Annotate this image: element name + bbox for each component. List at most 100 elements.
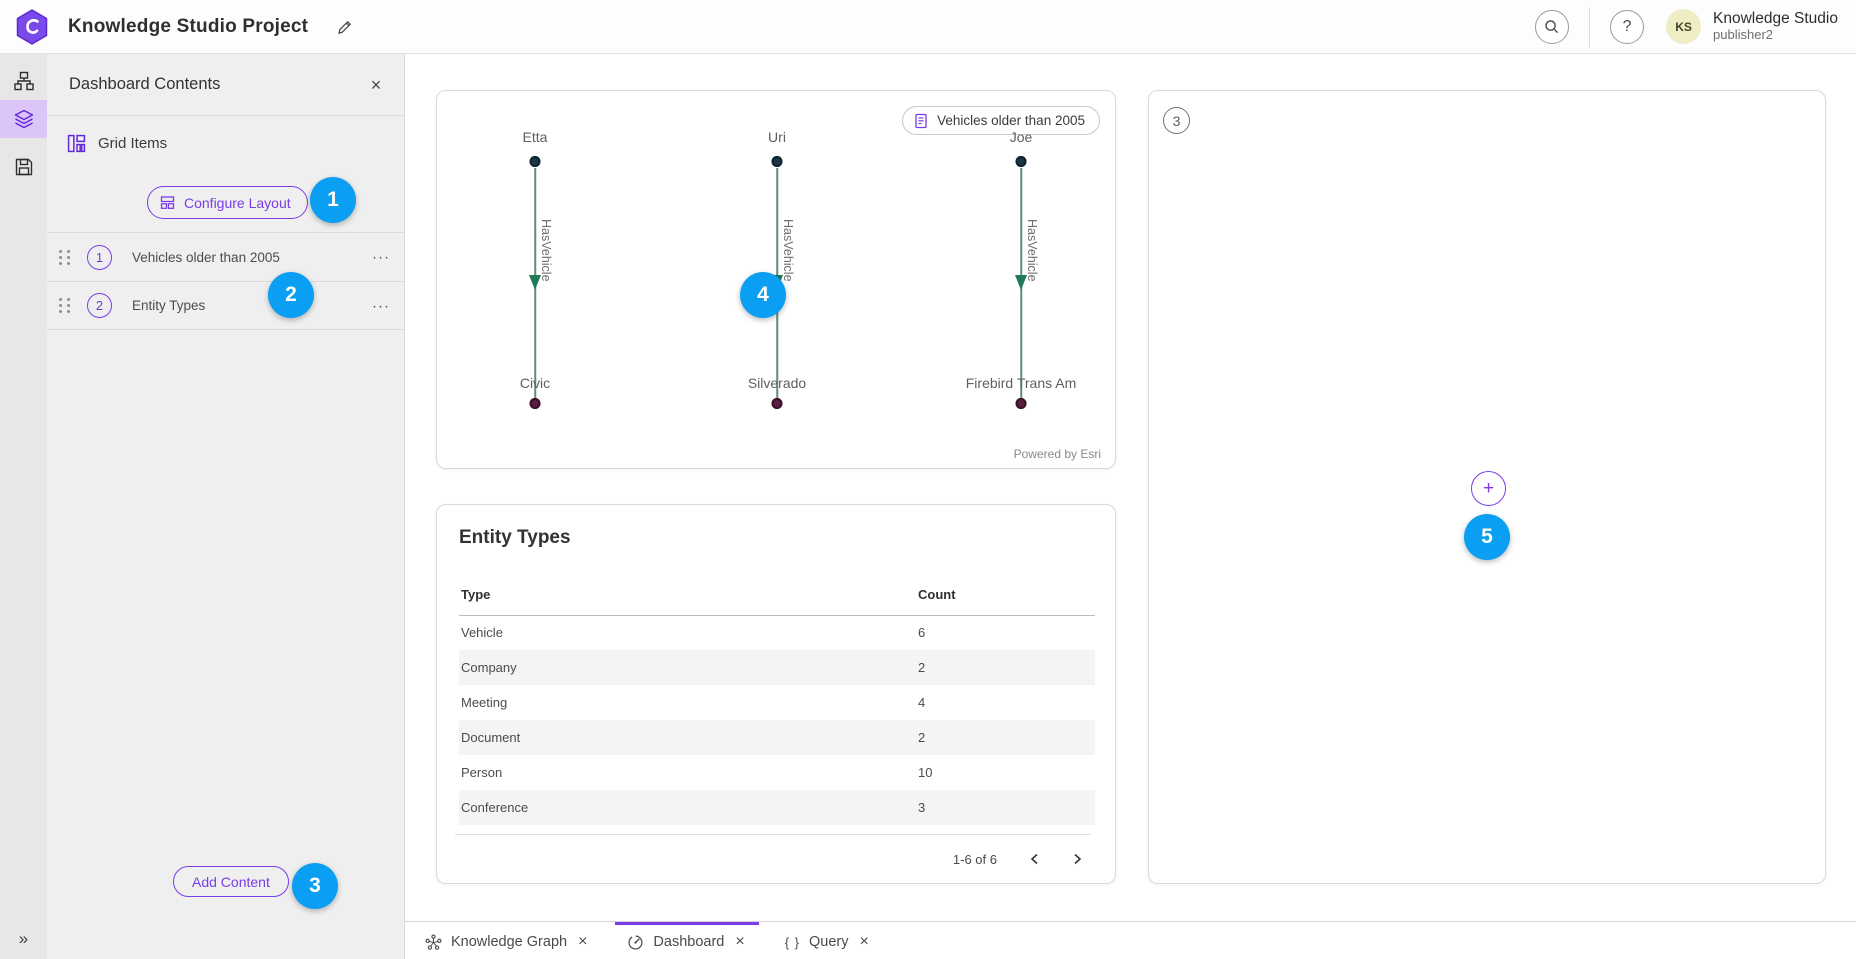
slot-number: 3	[1173, 113, 1181, 129]
table-header-row: Type Count	[459, 575, 1095, 615]
graph-node-label: Joe	[1010, 129, 1033, 145]
entity-types-card: Entity Types Type Count Vehicle 6 Compan…	[436, 504, 1116, 884]
tab-label: Query	[809, 934, 849, 950]
annotation-number: 2	[285, 283, 297, 307]
table-row: Company 2	[459, 650, 1095, 685]
close-tab-button[interactable]: ×	[858, 933, 871, 951]
card-title: Entity Types	[459, 527, 571, 549]
cell-type: Person	[459, 755, 918, 790]
item-overflow-menu-button[interactable]: ···	[372, 297, 390, 314]
table-row: Document 2	[459, 720, 1095, 755]
graph-edge-label: HasVehicle	[539, 219, 553, 349]
cell-type: Meeting	[459, 685, 918, 720]
annotation-number: 1	[327, 188, 339, 212]
layers-rail-button[interactable]	[0, 100, 47, 138]
chevron-right-icon	[1070, 852, 1084, 866]
layout-grid-icon	[160, 195, 175, 210]
entity-types-table: Type Count Vehicle 6 Company 2 Meeting 4	[459, 575, 1095, 825]
add-item-button[interactable]: +	[1471, 471, 1506, 506]
knowledge-graph-icon	[425, 934, 442, 951]
annotation-number: 5	[1481, 525, 1493, 549]
page-range-label: 1-6 of 6	[953, 852, 997, 867]
configure-layout-button[interactable]: Configure Layout	[147, 186, 308, 219]
ellipsis-icon: ···	[372, 249, 390, 266]
table-row: Person 10	[459, 755, 1095, 790]
graph-node-label: Etta	[523, 129, 548, 145]
avatar-initials: KS	[1675, 20, 1692, 34]
close-tab-button[interactable]: ×	[733, 933, 746, 951]
edit-title-button[interactable]	[330, 12, 360, 42]
search-button[interactable]	[1535, 10, 1569, 44]
panel-header: Dashboard Contents ×	[47, 54, 404, 116]
expand-rail-button[interactable]: »	[0, 929, 47, 949]
graph-node-label: Firebird Trans Am	[966, 375, 1076, 391]
graph-node[interactable]	[772, 398, 783, 409]
close-icon: ×	[735, 933, 744, 950]
graph-edge-label: HasVehicle	[1025, 219, 1039, 349]
app-window: Knowledge Studio Project ? KS	[0, 0, 1856, 959]
chip-label: Vehicles older than 2005	[937, 113, 1085, 128]
graph-node[interactable]	[772, 156, 783, 167]
chevron-left-icon	[1028, 852, 1042, 866]
item-label: Vehicles older than 2005	[132, 250, 280, 265]
annotation-number: 3	[309, 874, 321, 898]
user-avatar[interactable]: KS	[1666, 9, 1701, 44]
previous-page-button[interactable]	[1021, 845, 1049, 873]
cell-type: Document	[459, 720, 918, 755]
graph-node[interactable]	[1016, 156, 1027, 167]
cell-count: 4	[918, 685, 1095, 720]
graph-node-label: Civic	[520, 375, 550, 391]
tab-knowledge-graph[interactable]: Knowledge Graph ×	[413, 922, 601, 959]
list-item-entity-types[interactable]: 2 Entity Types ···	[47, 281, 404, 330]
item-number-badge: 1	[87, 245, 112, 270]
column-header-count: Count	[918, 575, 1095, 615]
cell-count: 3	[918, 790, 1095, 825]
table-row: Meeting 4	[459, 685, 1095, 720]
data-model-rail-button[interactable]	[0, 62, 47, 100]
add-content-button[interactable]: Add Content	[173, 866, 289, 897]
close-icon: ×	[578, 933, 587, 950]
search-icon	[1543, 18, 1561, 36]
configure-layout-label: Configure Layout	[184, 195, 291, 211]
knowledge-studio-logo-icon	[14, 9, 50, 45]
close-icon: ×	[371, 75, 382, 95]
drag-handle-icon[interactable]	[57, 250, 73, 265]
close-tab-button[interactable]: ×	[576, 933, 589, 951]
drag-handle-icon[interactable]	[57, 298, 73, 313]
item-number-badge: 2	[87, 293, 112, 318]
tab-query[interactable]: { } Query ×	[773, 922, 883, 959]
report-icon	[913, 113, 929, 129]
cell-count: 10	[918, 755, 1095, 790]
add-content-label: Add Content	[192, 874, 270, 890]
curly-braces-icon: { }	[785, 935, 800, 950]
layers-icon	[14, 109, 34, 129]
graph-node[interactable]	[530, 156, 541, 167]
icon-rail: »	[0, 54, 47, 959]
graph-node[interactable]	[1016, 398, 1027, 409]
slot-number-badge: 3	[1163, 107, 1190, 134]
next-page-button[interactable]	[1063, 845, 1091, 873]
item-label: Entity Types	[132, 298, 205, 313]
help-button[interactable]: ?	[1610, 10, 1644, 44]
dashboard-gauge-icon	[627, 934, 644, 951]
grid-layout-icon	[67, 134, 86, 153]
save-rail-button[interactable]	[0, 148, 47, 186]
user-info: Knowledge Studio publisher2	[1713, 10, 1838, 43]
list-item-vehicles-older-than-2005[interactable]: 1 Vehicles older than 2005 ···	[47, 232, 404, 281]
empty-grid-slot-card: 3 +	[1148, 90, 1826, 884]
grid-items-section-header: Grid Items	[47, 116, 404, 153]
annotation-badge-2: 2	[268, 272, 314, 318]
panel-close-button[interactable]: ×	[362, 71, 390, 99]
graph-node[interactable]	[530, 398, 541, 409]
item-number: 1	[96, 250, 103, 265]
graph-node-label: Silverado	[748, 375, 806, 391]
ellipsis-icon: ···	[372, 297, 390, 314]
save-icon	[14, 157, 34, 177]
annotation-badge-1: 1	[310, 177, 356, 223]
vehicles-filter-chip[interactable]: Vehicles older than 2005	[902, 106, 1100, 135]
tab-dashboard[interactable]: Dashboard ×	[615, 922, 758, 959]
table-row: Vehicle 6	[459, 615, 1095, 650]
graph-node-label: Uri	[768, 129, 786, 145]
topbar-divider	[1589, 7, 1590, 47]
item-overflow-menu-button[interactable]: ···	[372, 249, 390, 266]
